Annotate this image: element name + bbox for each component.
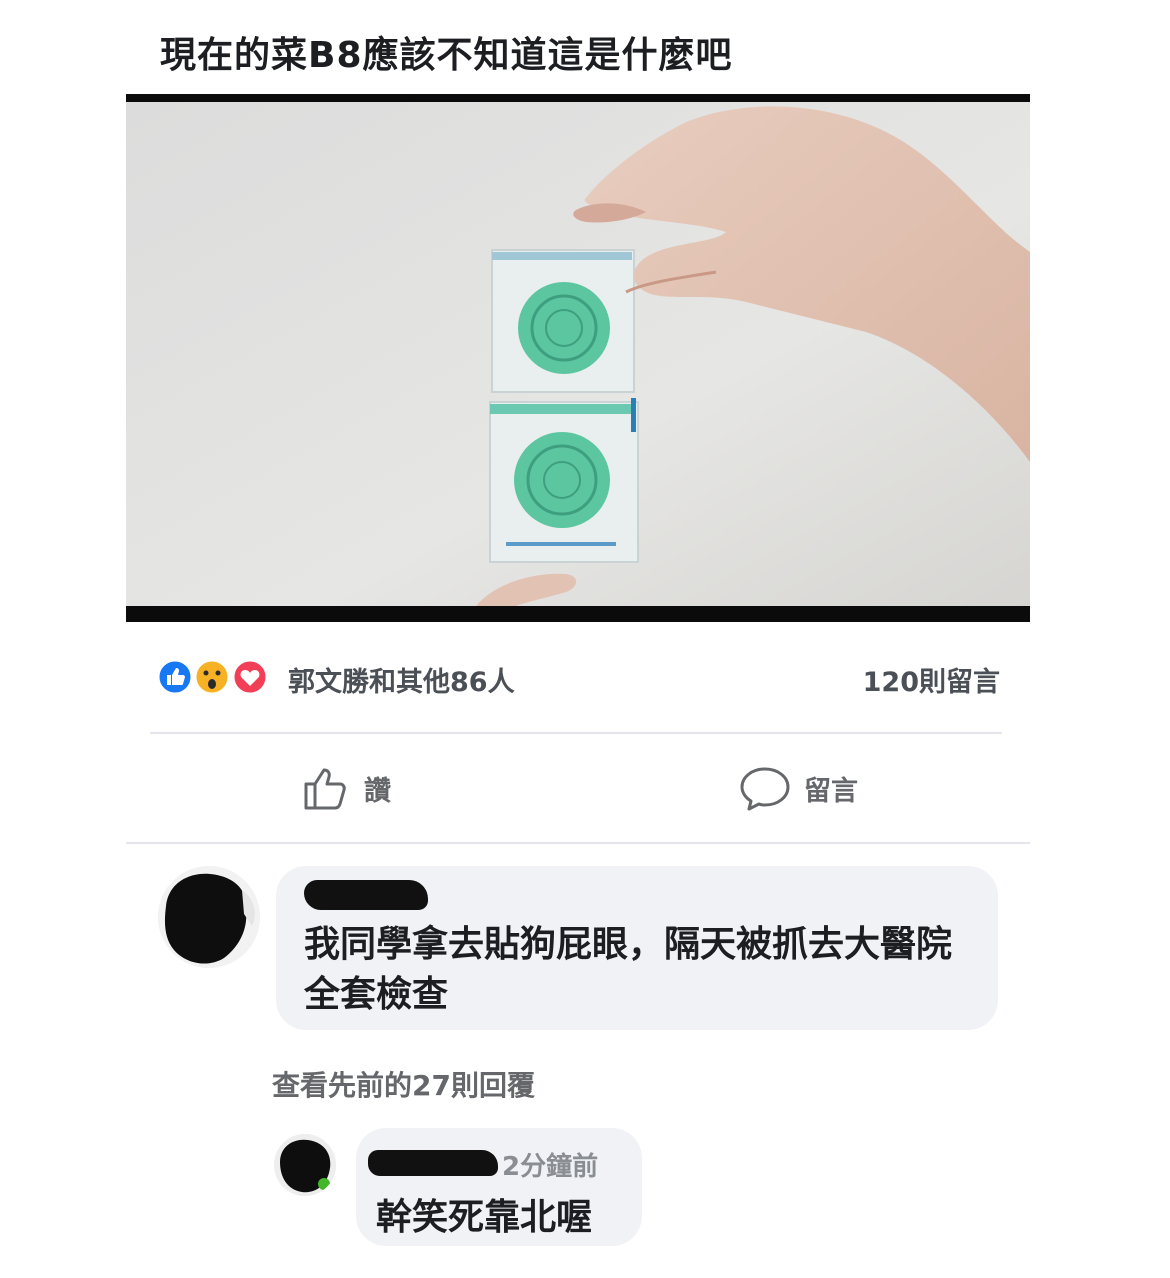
avatar-image — [158, 866, 260, 968]
divider — [126, 842, 1030, 844]
reply-bubble: 2分鐘前 幹笑死靠北喔 — [356, 1128, 642, 1246]
reply-timestamp[interactable]: 2分鐘前 — [502, 1146, 598, 1183]
comment-text: 我同學拿去貼狗屁眼，隔天被抓去大醫院全套檢查 — [304, 924, 953, 1015]
comment-button[interactable]: 留言 — [738, 760, 858, 816]
reactions-row[interactable]: 郭文勝和其他86人 120則留言 — [156, 652, 1002, 700]
wow-icon — [193, 658, 231, 696]
comment-count[interactable]: 120則留言 — [863, 660, 1000, 699]
like-button[interactable]: 讚 — [300, 760, 391, 816]
divider — [150, 732, 1002, 734]
video-player[interactable] — [126, 94, 1030, 622]
avatar[interactable] — [274, 1134, 336, 1196]
like-label: 讚 — [364, 775, 391, 807]
video-thumbnail-image — [126, 102, 1030, 606]
reply-text: 幹笑死靠北喔 — [376, 1197, 593, 1238]
like-icon — [156, 658, 194, 696]
post-text: 現在的菜B8應該不知道這是什麼吧 — [160, 35, 733, 76]
avatar[interactable] — [158, 866, 260, 968]
redacted-author-name[interactable] — [304, 880, 428, 910]
view-previous-replies-link[interactable]: 查看先前的27則回覆 — [272, 1064, 535, 1104]
thumbs-up-icon — [304, 768, 346, 810]
comment-label: 留言 — [804, 775, 858, 807]
comment-icon — [740, 767, 790, 811]
avatar-image — [274, 1134, 336, 1196]
reaction-icons — [156, 658, 284, 696]
reaction-summary[interactable]: 郭文勝和其他86人 — [288, 660, 515, 699]
video-frame — [126, 102, 1030, 606]
redacted-author-name[interactable] — [368, 1150, 498, 1176]
comment-bubble: 我同學拿去貼狗屁眼，隔天被抓去大醫院全套檢查 — [276, 866, 998, 1030]
love-icon — [231, 658, 269, 696]
